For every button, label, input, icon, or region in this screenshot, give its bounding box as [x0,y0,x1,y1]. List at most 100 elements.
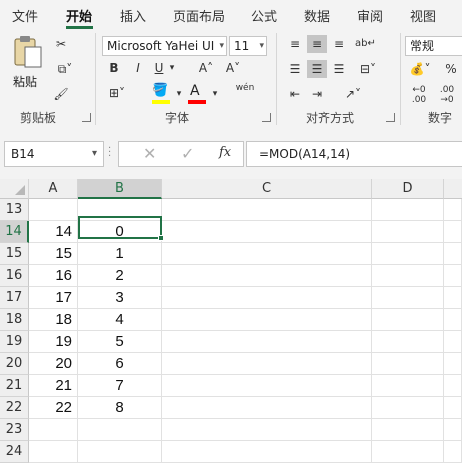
grid-cell[interactable] [444,375,462,397]
grid-cell[interactable] [162,287,372,309]
name-box[interactable]: B14 ▾ [4,141,104,167]
row-header[interactable]: 20 [0,353,29,375]
align-right-icon[interactable]: ☰ [329,60,349,78]
grid-cell[interactable] [162,397,372,419]
grid-cell[interactable]: 5 [78,331,162,353]
align-bottom-icon[interactable]: ≡ [329,35,349,53]
insert-function-icon[interactable]: fx [219,145,231,160]
cut-icon[interactable]: ✂ [52,35,70,53]
align-top-icon[interactable]: ≡ [285,35,305,53]
grid-cell[interactable] [162,375,372,397]
worksheet-grid[interactable]: A B C D 13 14 14 0 15 15 1 16 16 2 17 17 3 18 18 4 19 19 5… [0,179,462,463]
grid-cell[interactable] [29,199,78,221]
grid-cell[interactable] [29,441,78,463]
number-format-select[interactable]: 常规 [405,36,462,56]
grid-cell[interactable]: 14 [29,221,78,243]
grid-cell[interactable] [372,441,444,463]
grid-cell[interactable] [372,199,444,221]
row-header[interactable]: 16 [0,265,29,287]
format-painter-icon[interactable]: 🖌 [52,85,70,103]
tab-home[interactable]: 开始 [66,6,92,25]
grid-cell[interactable] [444,199,462,221]
row-header[interactable]: 19 [0,331,29,353]
align-middle-icon[interactable]: ≡ [307,35,327,53]
grid-cell[interactable] [162,243,372,265]
grid-cell[interactable] [372,331,444,353]
row-header[interactable]: 13 [0,199,29,221]
shrink-font-button[interactable]: A˅ [222,59,244,77]
accounting-format-icon[interactable]: 💰˅ [407,60,433,78]
enter-icon[interactable]: ✓ [181,144,194,163]
decrease-indent-icon[interactable]: ⇤ [285,85,305,103]
row-header[interactable]: 24 [0,441,29,463]
row-header[interactable]: 14 [0,221,29,243]
grid-cell[interactable]: 15 [29,243,78,265]
grid-cell[interactable] [372,221,444,243]
grid-cell[interactable] [372,419,444,441]
row-header[interactable]: 15 [0,243,29,265]
grid-cell[interactable] [78,199,162,221]
grid-cell[interactable] [162,441,372,463]
grid-cell[interactable]: 6 [78,353,162,375]
column-header-b[interactable]: B [78,179,162,199]
column-header-c[interactable]: C [162,179,372,199]
grid-cell[interactable]: 3 [78,287,162,309]
align-left-icon[interactable]: ☰ [285,60,305,78]
font-color-button[interactable]: A [186,83,210,105]
font-launcher-icon[interactable] [262,113,271,122]
column-header-d[interactable]: D [372,179,444,199]
grid-cell[interactable]: 4 [78,309,162,331]
cancel-icon[interactable]: ✕ [143,144,156,163]
row-header[interactable]: 17 [0,287,29,309]
grid-cell[interactable]: 20 [29,353,78,375]
grid-cell[interactable]: 19 [29,331,78,353]
copy-icon[interactable]: ⧉˅ [52,60,78,78]
grid-cell[interactable] [162,331,372,353]
grid-cell[interactable] [162,265,372,287]
select-all-corner[interactable] [0,179,29,199]
tab-page-layout[interactable]: 页面布局 [173,6,225,25]
fill-color-button[interactable]: 🪣 [150,83,174,105]
grid-cell[interactable] [444,397,462,419]
column-header-e[interactable] [444,179,462,199]
grid-cell[interactable] [444,441,462,463]
orientation-icon[interactable]: ↗˅ [340,85,366,103]
tab-formulas[interactable]: 公式 [251,6,277,25]
wrap-text-icon[interactable]: ab↵ [355,35,376,53]
grid-cell[interactable]: 21 [29,375,78,397]
tab-file[interactable]: 文件 [12,6,38,25]
tab-insert[interactable]: 插入 [120,6,146,25]
row-header[interactable]: 23 [0,419,29,441]
grid-cell[interactable] [372,243,444,265]
tab-view[interactable]: 视图 [410,6,436,25]
merge-center-icon[interactable]: ⊟˅ [355,60,381,78]
percent-icon[interactable]: % [441,60,461,78]
grid-cell[interactable] [444,287,462,309]
tab-review[interactable]: 审阅 [357,6,383,25]
align-center-icon[interactable]: ☰ [307,60,327,78]
grid-cell[interactable]: 16 [29,265,78,287]
grid-cell[interactable]: 2 [78,265,162,287]
alignment-launcher-icon[interactable] [386,113,395,122]
phonetic-guide-button[interactable]: wén [232,83,258,94]
grid-cell[interactable] [78,419,162,441]
grid-cell[interactable] [372,287,444,309]
grid-cell[interactable] [162,199,372,221]
chevron-down-icon[interactable]: ▾ [210,85,220,103]
formula-input[interactable]: =MOD(A14,14) [246,141,462,167]
grid-cell[interactable] [444,243,462,265]
grid-cell[interactable]: 18 [29,309,78,331]
grid-cell[interactable] [29,419,78,441]
grid-cell[interactable] [372,353,444,375]
grow-font-button[interactable]: A˄ [195,59,217,77]
grid-cell[interactable]: 22 [29,397,78,419]
clipboard-launcher-icon[interactable] [82,113,91,122]
grid-cell[interactable] [372,309,444,331]
grid-cell[interactable]: 7 [78,375,162,397]
column-header-a[interactable]: A [29,179,78,199]
row-header[interactable]: 22 [0,397,29,419]
underline-button[interactable]: U [152,59,166,77]
grid-cell[interactable] [162,353,372,375]
increase-decimal-icon[interactable]: ←0.00 [407,85,431,105]
grid-cell[interactable] [162,309,372,331]
